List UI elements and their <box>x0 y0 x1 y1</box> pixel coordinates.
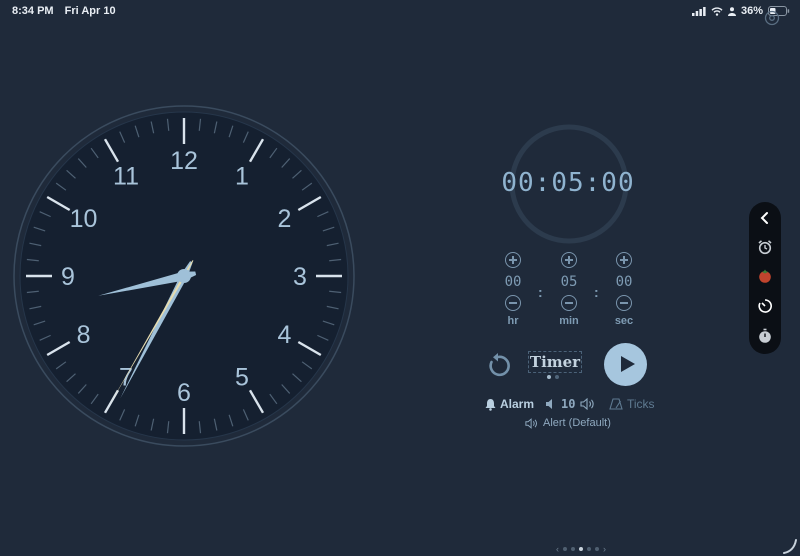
metronome-icon <box>609 398 623 410</box>
hours-increment-button[interactable] <box>505 252 521 268</box>
stopwatch-icon[interactable] <box>757 328 773 344</box>
alert-label: Alert (Default) <box>543 417 611 429</box>
clock-numeral: 11 <box>113 163 139 191</box>
separator-2: : <box>594 284 599 300</box>
alarm-clock-icon[interactable] <box>757 239 773 255</box>
minutes-increment-button[interactable] <box>561 252 577 268</box>
battery-percent: 36% <box>740 5 763 17</box>
person-icon <box>727 6 736 16</box>
hours-label: hr <box>507 315 519 327</box>
bell-icon <box>485 398 496 411</box>
reset-icon[interactable] <box>485 353 511 379</box>
clock-numeral: 12 <box>170 147 198 175</box>
seconds-value: 00 <box>615 274 633 290</box>
mode-dot-1 <box>547 375 551 379</box>
volume-low-icon[interactable] <box>545 398 556 410</box>
clock-numeral: 4 <box>278 321 292 349</box>
minutes-decrement-button[interactable] <box>561 295 577 311</box>
clock-numeral: 2 <box>278 205 292 233</box>
ticks-toggle[interactable]: Ticks <box>608 397 655 411</box>
clock-numeral: 6 <box>177 379 191 407</box>
timer-icon[interactable] <box>757 298 773 314</box>
chevron-left-icon[interactable] <box>757 210 773 226</box>
analog-clock: 121234567891011 <box>13 105 355 447</box>
mode-selector[interactable]: Timer <box>528 351 582 373</box>
hours-value: 00 <box>504 274 522 290</box>
seconds-decrement-button[interactable] <box>616 295 632 311</box>
clock-numeral: 10 <box>70 205 98 233</box>
timer-display: 00:05:00 <box>501 168 635 198</box>
pager-dot <box>587 547 591 551</box>
resize-handle-icon[interactable] <box>778 534 800 556</box>
wifi-icon <box>711 6 723 16</box>
pager-dot <box>595 547 599 551</box>
pager-dot <box>571 547 575 551</box>
minutes-label: min <box>559 315 579 327</box>
pager-dot <box>563 547 567 551</box>
status-left: 8:34 PM Fri Apr 10 <box>12 5 124 17</box>
clock-numeral: 5 <box>235 363 249 391</box>
mode-page-dots <box>547 375 559 379</box>
status-bar: 8:34 PM Fri Apr 10 36% <box>0 0 800 22</box>
clock-numeral: 8 <box>77 321 91 349</box>
seconds-increment-button[interactable] <box>616 252 632 268</box>
volume-control[interactable]: 10 <box>545 397 596 411</box>
volume-high-icon[interactable] <box>580 398 596 410</box>
ticks-label: Ticks <box>627 397 655 411</box>
clock-numeral: 1 <box>235 163 249 191</box>
status-time: 8:34 PM <box>12 5 54 17</box>
alarm-label: Alarm <box>500 397 535 411</box>
hours-decrement-button[interactable] <box>505 295 521 311</box>
mode-dot-2 <box>555 375 559 379</box>
pager-dot-active <box>579 547 583 551</box>
pager-left-chevron[interactable]: ‹ <box>556 544 559 554</box>
page-indicator[interactable]: ‹ › <box>556 544 606 554</box>
clock-numeral: 3 <box>293 263 307 291</box>
seconds-label: sec <box>614 315 634 327</box>
minutes-value: 05 <box>560 274 578 290</box>
seconds-stepper: 00 sec <box>609 252 639 327</box>
pager-right-chevron[interactable]: › <box>603 544 606 554</box>
settings-icon[interactable] <box>764 10 780 26</box>
tomato-icon[interactable] <box>757 268 773 284</box>
side-tool-panel <box>749 202 781 354</box>
alarm-toggle[interactable]: Alarm <box>484 397 534 411</box>
status-date: Fri Apr 10 <box>64 5 116 17</box>
separator-1: : <box>538 284 543 300</box>
clock-numeral: 9 <box>61 263 75 291</box>
cellular-signal-icon <box>691 6 706 16</box>
play-button[interactable] <box>604 343 647 386</box>
volume-value: 10 <box>561 397 576 411</box>
speaker-icon <box>525 417 537 429</box>
clock-center-hub <box>177 269 191 283</box>
hours-stepper: 00 hr <box>498 252 528 327</box>
alert-sound-selector[interactable]: Alert (Default) <box>525 417 611 429</box>
minutes-stepper: 05 min <box>554 252 584 327</box>
